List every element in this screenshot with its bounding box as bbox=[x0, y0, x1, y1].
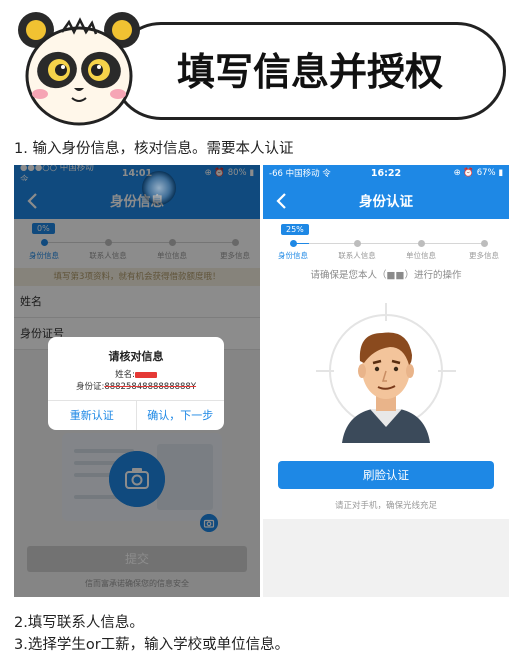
carrier-text: -66 中国移动 令 bbox=[269, 169, 331, 179]
name-redaction bbox=[134, 371, 157, 378]
page-title: 填写信息并授权 bbox=[176, 50, 443, 94]
dialog-id-line: 身份证:8882584888888888Y bbox=[48, 380, 224, 392]
battery-text: ⊕ ⏰ 67% ▮ bbox=[453, 168, 503, 178]
step-3-caption: 3.选择学生or工薪，输入学校或单位信息。 bbox=[14, 637, 290, 653]
progress-steps: 25% 身份信息 联系人信息 单位信息 更多信息 bbox=[263, 219, 509, 261]
assistive-touch-icon[interactable] bbox=[142, 171, 176, 205]
face-scan-icon bbox=[316, 303, 456, 443]
step-label-2: 联系人信息 bbox=[338, 251, 376, 260]
step-dot-2 bbox=[354, 240, 361, 247]
step-label-1: 身份信息 bbox=[278, 251, 308, 260]
progress-track bbox=[293, 243, 485, 244]
dialog-button-row: 重新认证 确认，下一步 bbox=[48, 400, 224, 430]
step-dot-1 bbox=[290, 240, 297, 247]
step-dot-4 bbox=[481, 240, 488, 247]
dialog-name-line: 姓名: bbox=[48, 368, 224, 380]
phone-screenshot-face-auth: -66 中国移动 令 16:22 ⊕ ⏰ 67% ▮ 身份认证 25% 身份信息… bbox=[263, 165, 509, 597]
header-banner: 填写信息并授权 bbox=[0, 0, 521, 128]
step-label-4: 更多信息 bbox=[469, 251, 499, 260]
dialog-id-label: 身份证: bbox=[75, 382, 105, 392]
status-bar: -66 中国移动 令 16:22 ⊕ ⏰ 67% ▮ bbox=[263, 165, 509, 181]
identity-hint-text: 请确保是您本人（■■）进行的操作 bbox=[310, 270, 462, 281]
confirm-next-button[interactable]: 确认，下一步 bbox=[135, 401, 225, 430]
dialog-id-value: 8882584888888888Y bbox=[104, 382, 197, 392]
verify-info-dialog: 请核对信息 姓名: 身份证:8882584888888888Y 重新认证 确认，… bbox=[48, 337, 224, 430]
clock-text: 16:22 bbox=[370, 167, 402, 179]
back-arrow-icon[interactable] bbox=[271, 190, 293, 212]
phone-screenshot-identity-info: ●●●○○ 中国移动 令 14:01 ⊕ ⏰ 80% ▮ 身份信息 0% 身份信… bbox=[14, 165, 260, 597]
lighting-tip: 请正对手机，确保光线充足 bbox=[334, 501, 437, 511]
dialog-title: 请核对信息 bbox=[108, 350, 164, 363]
step-2-caption: 2.填写联系人信息。 bbox=[14, 615, 144, 631]
dialog-name-label: 姓名: bbox=[115, 370, 135, 380]
progress-percent-badge: 25% bbox=[281, 224, 309, 235]
step-label-3: 单位信息 bbox=[406, 251, 436, 260]
panda-mascot-icon bbox=[18, 12, 140, 126]
nav-bar: 身份认证 bbox=[263, 181, 509, 219]
retry-auth-button[interactable]: 重新认证 bbox=[48, 401, 136, 430]
nav-title: 身份认证 bbox=[359, 194, 413, 210]
step-dot-3 bbox=[418, 240, 425, 247]
face-auth-button[interactable]: 刷脸认证 bbox=[278, 461, 494, 489]
step-1-caption: 1. 输入身份信息，核对信息。需要本人认证 bbox=[14, 141, 294, 157]
